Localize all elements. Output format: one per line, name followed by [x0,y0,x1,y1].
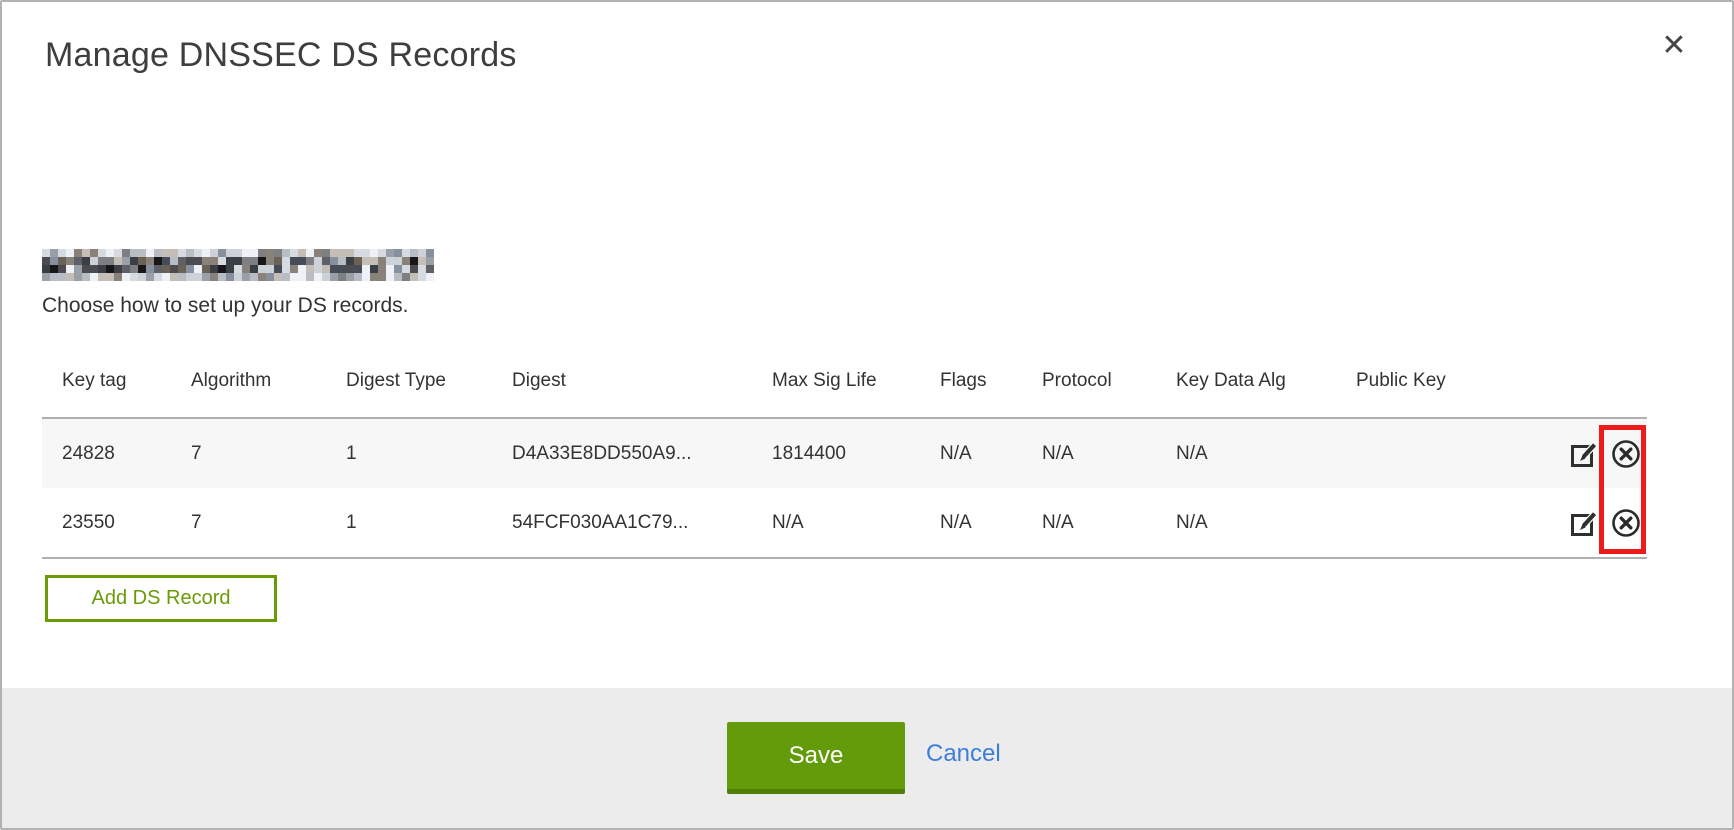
edit-icon[interactable] [1569,508,1599,538]
column-header: Key tag [42,338,177,418]
cell-digest-type: 1 [332,418,498,488]
column-header: Flags [926,338,1028,418]
close-icon[interactable]: ✕ [1656,28,1692,64]
page-title: Manage DNSSEC DS Records [45,36,517,75]
cell-actions [1562,488,1647,558]
table-row: 2482871D4A33E8DD550A9...1814400N/AN/AN/A [42,418,1647,488]
save-button[interactable]: Save [727,722,905,794]
cell-algorithm: 7 [177,418,332,488]
cell-protocol: N/A [1028,418,1162,488]
cell-key-tag: 23550 [42,488,177,558]
delete-icon[interactable] [1611,439,1641,469]
cell-digest: 54FCF030AA1C79... [498,488,758,558]
cell-protocol: N/A [1028,488,1162,558]
table-header-row: Key tagAlgorithmDigest TypeDigestMax Sig… [42,338,1647,418]
cell-max-sig-life: N/A [758,488,926,558]
column-header: Max Sig Life [758,338,926,418]
cell-public-key [1342,418,1562,488]
cell-key-data-alg: N/A [1162,418,1342,488]
cell-algorithm: 7 [177,488,332,558]
column-header: Digest Type [332,338,498,418]
cell-flags: N/A [926,488,1028,558]
table-body: 2482871D4A33E8DD550A9...1814400N/AN/AN/A… [42,418,1647,558]
column-header: Public Key [1342,338,1562,418]
column-header: Algorithm [177,338,332,418]
table-row: 235507154FCF030AA1C79...N/AN/AN/AN/A [42,488,1647,558]
column-header: Protocol [1028,338,1162,418]
cell-flags: N/A [926,418,1028,488]
edit-icon[interactable] [1569,439,1599,469]
dialog-footer: Save Cancel [2,688,1732,828]
cell-key-data-alg: N/A [1162,488,1342,558]
manage-dnssec-dialog: Manage DNSSEC DS Records ✕ Choose how to… [0,0,1734,830]
cell-actions [1562,418,1647,488]
cell-max-sig-life: 1814400 [758,418,926,488]
column-header: Digest [498,338,758,418]
redacted-domain-name [42,249,434,281]
column-header-actions [1562,338,1647,418]
ds-records-table: Key tagAlgorithmDigest TypeDigestMax Sig… [42,338,1647,559]
setup-instruction-text: Choose how to set up your DS records. [42,294,409,318]
add-ds-record-button[interactable]: Add DS Record [45,575,277,622]
cell-public-key [1342,488,1562,558]
cell-digest: D4A33E8DD550A9... [498,418,758,488]
cell-key-tag: 24828 [42,418,177,488]
cancel-link[interactable]: Cancel [926,740,1001,768]
delete-icon[interactable] [1611,508,1641,538]
column-header: Key Data Alg [1162,338,1342,418]
cell-digest-type: 1 [332,488,498,558]
